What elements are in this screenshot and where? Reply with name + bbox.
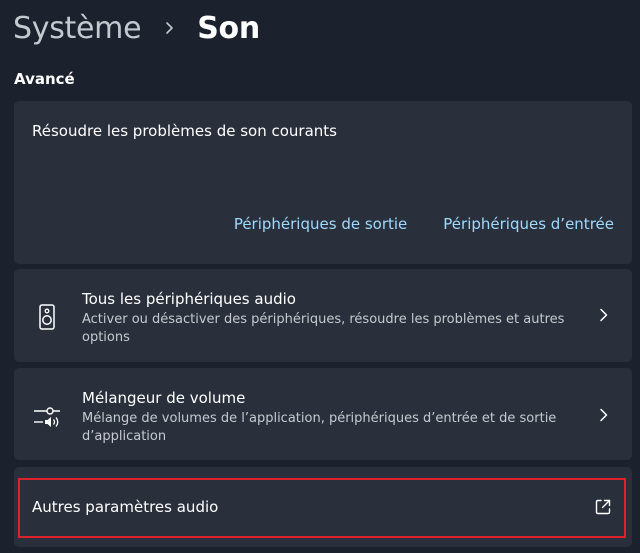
chevron-right-icon (157, 15, 183, 41)
volume-mixer-card[interactable]: Mélangeur de volume Mélange de volumes d… (14, 368, 632, 460)
troubleshoot-links: Périphériques de sortie Périphériques d’… (234, 215, 614, 233)
troubleshoot-title: Résoudre les problèmes de son courants (32, 122, 337, 140)
all-audio-devices-description: Activer ou désactiver des périphériques,… (82, 312, 565, 345)
volume-mixer-description: Mélange de volumes de l’application, pér… (82, 411, 557, 444)
more-sound-settings-title: Autres paramètres audio (32, 498, 219, 516)
mixer-volume-icon (33, 403, 61, 431)
all-audio-devices-text: Tous les périphériques audio Activer ou … (82, 289, 572, 347)
breadcrumb-parent-system[interactable]: Système (13, 11, 142, 46)
input-devices-link[interactable]: Périphériques d’entrée (443, 215, 614, 233)
troubleshoot-card: Résoudre les problèmes de son courants P… (14, 101, 632, 264)
page-title: Son (197, 10, 260, 46)
speaker-icon (33, 303, 61, 331)
chevron-right-icon (596, 307, 612, 323)
external-link-icon (594, 498, 612, 516)
chevron-right-icon (596, 407, 612, 423)
section-title: Avancé (14, 70, 75, 88)
breadcrumb: Système Son (13, 6, 260, 50)
all-audio-devices-card[interactable]: Tous les périphériques audio Activer ou … (14, 269, 632, 362)
output-devices-link[interactable]: Périphériques de sortie (234, 215, 407, 233)
volume-mixer-title: Mélangeur de volume (82, 389, 246, 407)
more-sound-settings-card[interactable]: Autres paramètres audio (14, 467, 632, 547)
all-audio-devices-title: Tous les périphériques audio (82, 290, 296, 308)
sound-settings-page: Système Son Avancé Résoudre les problème… (0, 0, 640, 553)
volume-mixer-text: Mélangeur de volume Mélange de volumes d… (82, 388, 572, 446)
